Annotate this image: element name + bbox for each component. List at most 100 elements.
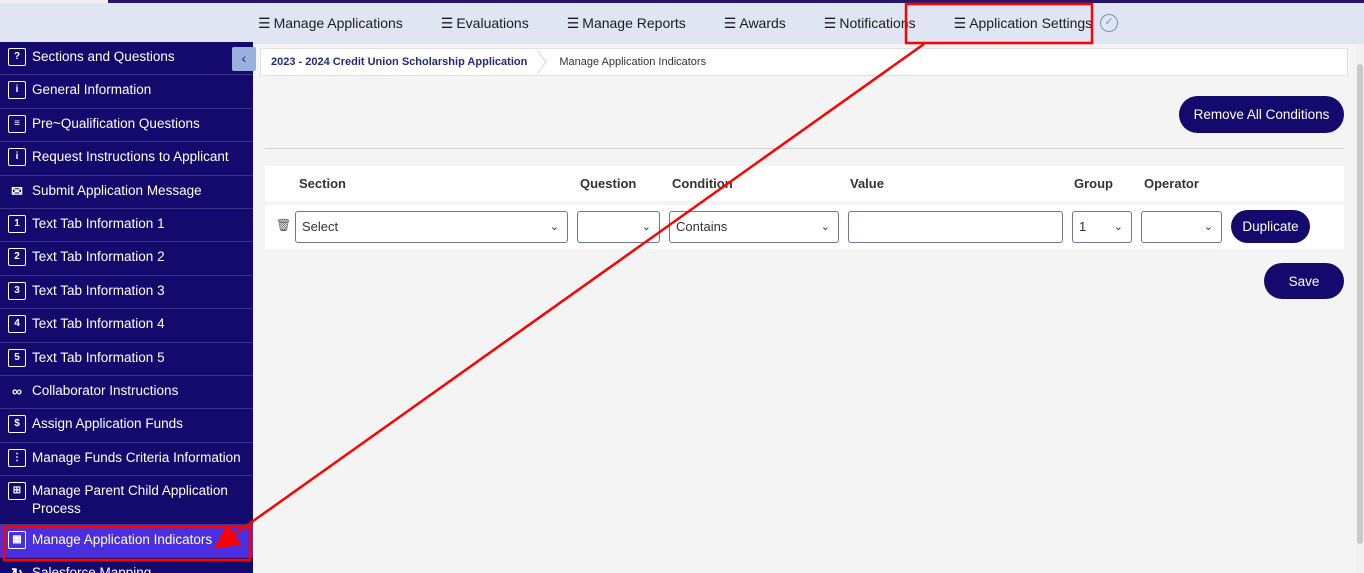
sidebar-item-label: Salesforce Mapping <box>32 565 152 573</box>
scrollbar-thumb[interactable] <box>1357 64 1363 544</box>
nav-notifications[interactable]: ☰ Notifications <box>824 15 916 31</box>
nav-label: Evaluations <box>456 15 529 31</box>
sidebar-item-text-tab-3[interactable]: 3 Text Tab Information 3 <box>0 276 253 310</box>
sidebar-item-text-tab-5[interactable]: 5 Text Tab Information 5 <box>0 343 253 376</box>
breadcrumb-current: Manage Application Indicators <box>559 56 707 68</box>
chevron-down-icon: ⌄ <box>1113 221 1123 233</box>
group-select[interactable]: 1 ⌄ <box>1072 211 1132 243</box>
top-nav-menu: ☰ Manage Applications ☰ Evaluations ☰ Ma… <box>258 3 1156 43</box>
sidebar-item-label: Assign Application Funds <box>32 416 183 432</box>
chevron-down-icon: ⌄ <box>1203 221 1213 233</box>
hamburger-icon: ☰ <box>440 15 454 31</box>
header-value: Value <box>850 176 884 191</box>
sidebar-item-submit-message[interactable]: ✉ Submit Application Message <box>0 176 253 209</box>
info-icon: i <box>8 81 26 100</box>
hamburger-icon: ☰ <box>566 15 580 31</box>
chevron-left-icon: ‹ <box>241 50 247 66</box>
header-section: Section <box>299 176 346 191</box>
sidebar-item-collaborator-instructions[interactable]: ∞ Collaborator Instructions <box>0 376 253 410</box>
divider <box>265 148 1344 149</box>
duplicate-button[interactable]: Duplicate <box>1231 210 1310 243</box>
section-select[interactable]: Select ⌄ <box>295 211 568 243</box>
parent-child-icon: ⊞ <box>8 482 26 501</box>
number-five-icon: 5 <box>8 348 26 367</box>
header-condition: Condition <box>672 176 733 191</box>
chevron-down-icon: ⌄ <box>820 221 830 233</box>
hamburger-icon: ☰ <box>953 15 967 31</box>
check-circle-icon: ✓ <box>1100 14 1119 32</box>
handshake-icon: ∞ <box>12 382 22 399</box>
value-input[interactable] <box>848 211 1063 243</box>
sidebar-item-label: Text Tab Information 2 <box>32 249 165 265</box>
top-accent-strip-light <box>0 0 108 3</box>
sidebar-item-assign-funds[interactable]: $ Assign Application Funds <box>0 409 253 443</box>
nav-evaluations[interactable]: ☰ Evaluations <box>441 15 529 31</box>
chevron-down-icon: ⌄ <box>549 221 559 233</box>
section-select-value: Select <box>302 219 339 234</box>
nav-awards[interactable]: ☰ Awards <box>724 15 786 31</box>
sidebar-item-label: Text Tab Information 5 <box>32 349 165 365</box>
sidebar-item-label: Text Tab Information 4 <box>32 316 165 332</box>
sidebar-item-sections-and-questions[interactable]: ? Sections and Questions <box>0 42 253 76</box>
nav-application-settings[interactable]: ☰ Application Settings ✓ <box>954 14 1119 32</box>
trash-icon[interactable]: 🗑 <box>276 218 291 232</box>
nav-manage-applications[interactable]: ☰ Manage Applications <box>258 15 403 31</box>
breadcrumb: 2023 - 2024 Credit Union Scholarship App… <box>260 48 1348 76</box>
hamburger-icon: ☰ <box>723 15 737 31</box>
sidebar-item-label: Collaborator Instructions <box>32 382 179 398</box>
operator-select[interactable]: ⌄ <box>1141 211 1222 243</box>
indicator-chart-icon: ▦ <box>8 531 26 550</box>
funds-icon: $ <box>8 415 26 434</box>
sidebar-item-label: Text Tab Information 3 <box>32 282 165 298</box>
chevron-down-icon: ⌄ <box>641 221 651 233</box>
annotation-arrow <box>213 42 925 549</box>
sidebar-item-application-indicators[interactable]: ▦ Manage Application Indicators <box>0 525 253 559</box>
nav-label: Manage Reports <box>582 15 686 31</box>
nav-label: Notifications <box>839 15 916 31</box>
number-four-icon: 4 <box>8 315 26 334</box>
number-two-icon: 2 <box>8 248 26 267</box>
sidebar-item-text-tab-4[interactable]: 4 Text Tab Information 4 <box>0 309 253 343</box>
sync-icon: ↻ <box>8 564 26 573</box>
nav-label: Awards <box>739 15 786 31</box>
group-select-value: 1 <box>1079 219 1087 234</box>
sidebar-item-label: Submit Application Message <box>32 182 202 198</box>
sidebar-item-label: Manage Application Indicators <box>32 532 213 548</box>
header-group: Group <box>1074 176 1113 191</box>
conditions-grid-header: Section Question Condition Value Group O… <box>265 166 1344 201</box>
page-scrollbar[interactable] <box>1356 44 1364 573</box>
condition-select[interactable]: Contains ⌄ <box>669 211 839 243</box>
hamburger-icon: ☰ <box>258 15 271 31</box>
remove-all-conditions-button[interactable]: Remove All Conditions <box>1179 96 1344 133</box>
save-button[interactable]: Save <box>1264 263 1344 299</box>
sidebar-item-parent-child[interactable]: ⊞ Manage Parent Child Application Proces… <box>0 476 253 526</box>
nav-label: Manage Applications <box>273 15 403 31</box>
question-list-icon: ? <box>8 48 26 66</box>
sidebar-item-label: Request Instructions to Applicant <box>32 149 229 165</box>
breadcrumb-application-link[interactable]: 2023 - 2024 Credit Union Scholarship App… <box>261 49 537 75</box>
sidebar-item-salesforce-mapping[interactable]: ↻ Salesforce Mapping <box>0 558 253 573</box>
sidebar-item-label: Manage Parent Child Application Process <box>32 483 228 517</box>
nav-manage-reports[interactable]: ☰ Manage Reports <box>567 15 686 31</box>
hierarchy-icon: ⋮ <box>8 448 26 467</box>
hamburger-icon: ☰ <box>823 15 837 31</box>
sidebar-item-label: Manage Funds Criteria Information <box>32 449 241 465</box>
sidebar-item-request-instructions[interactable]: i Request Instructions to Applicant <box>0 142 253 176</box>
breadcrumb-separator <box>536 49 548 75</box>
sidebar-item-funds-criteria[interactable]: ⋮ Manage Funds Criteria Information <box>0 443 253 477</box>
header-question: Question <box>580 176 637 191</box>
question-select[interactable]: ⌄ <box>577 211 660 243</box>
sidebar-item-label: Sections and Questions <box>32 49 175 64</box>
number-one-icon: 1 <box>8 214 26 233</box>
sidebar-item-text-tab-1[interactable]: 1 Text Tab Information 1 <box>0 209 253 243</box>
sidebar-item-label: Text Tab Information 1 <box>32 215 165 231</box>
sidebar-item-label: Pre~Qualification Questions <box>32 115 200 131</box>
nav-label: Application Settings <box>969 15 1093 31</box>
envelope-icon: ✉ <box>11 182 23 199</box>
sidebar-collapse-button[interactable]: ‹ <box>232 47 256 71</box>
sidebar-item-text-tab-2[interactable]: 2 Text Tab Information 2 <box>0 242 253 276</box>
top-navigation-bar: ☰ Manage Applications ☰ Evaluations ☰ Ma… <box>0 0 1364 44</box>
sidebar-item-general-information[interactable]: i General Information <box>0 75 253 109</box>
sidebar: ? Sections and Questions i General Infor… <box>0 42 253 573</box>
sidebar-item-pre-qualification[interactable]: ≡ Pre~Qualification Questions <box>0 109 253 143</box>
